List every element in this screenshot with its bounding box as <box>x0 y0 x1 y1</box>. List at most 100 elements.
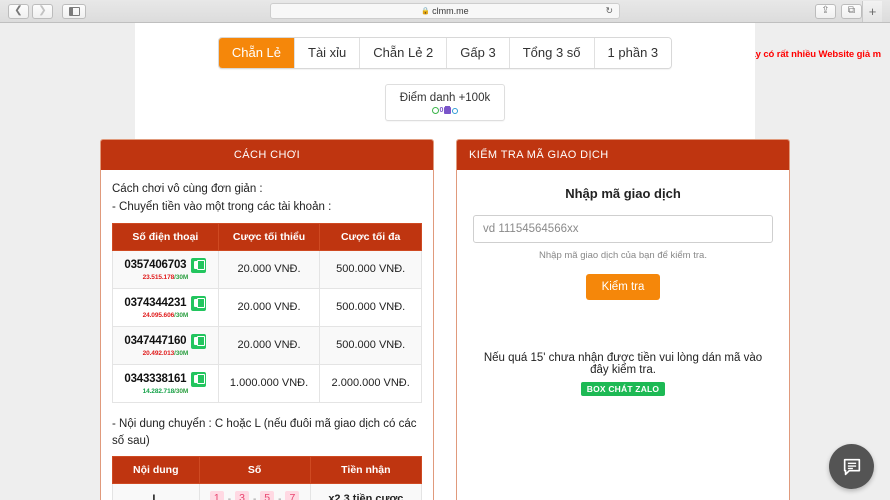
tab-tong-3-so[interactable]: Tổng 3 số <box>510 38 595 68</box>
content-table-header-row: Nội dung Số Tiền nhận <box>113 457 422 484</box>
checkin-wrapper: Điểm danh +100k 0 <box>135 84 755 121</box>
chat-bubble-icon <box>841 456 863 478</box>
max-bet-cell: 500.000 VNĐ. <box>320 250 422 288</box>
intro-line-1: Cách chơi vô cùng đơn giản : <box>112 181 422 199</box>
check-code-form-title: Nhập mã giao dịch <box>473 186 773 201</box>
balance-amount: 23.515.178 <box>143 274 175 281</box>
accounts-table-header-row: Số điện thoại Cược tối thiểu Cược tối đa <box>113 223 422 250</box>
tab-1-phan-3[interactable]: 1 phần 3 <box>595 38 672 68</box>
account-balance: 24.095.606/30M <box>143 312 189 319</box>
chevron-left-icon: ❮ <box>14 6 22 16</box>
max-bet-cell: 500.000 VNĐ. <box>320 326 422 364</box>
sidebar-toggle-button[interactable] <box>62 4 86 19</box>
max-bet-cell: 500.000 VNĐ. <box>320 288 422 326</box>
page-viewport: Hiện nay có rất nhiều Website giả m Chẵn… <box>0 23 890 500</box>
tab-tai-xiu[interactable]: Tài xỉu <box>295 38 360 68</box>
content-table: Nội dung Số Tiền nhận L 1 <box>112 456 422 500</box>
col-min-bet: Cược tối thiểu <box>218 223 320 250</box>
intro-line-2: - Chuyển tiền vào một trong các tài khoả… <box>112 199 422 217</box>
table-row: 0374344231 24.095.606/30M 20.000 VNĐ. <box>113 288 422 326</box>
check-code-footer: Nếu quá 15' chưa nhận được tiền vui lòng… <box>473 352 773 397</box>
copy-icon[interactable] <box>191 372 206 387</box>
table-row: 0347447160 20.492.013/30M 20.000 VNĐ. <box>113 326 422 364</box>
share-button[interactable]: ⇪ <box>815 4 836 19</box>
balance-amount: 14.282.718 <box>143 388 175 395</box>
check-button[interactable]: Kiểm tra <box>586 274 661 300</box>
account-balance: 20.492.013/30M <box>143 350 189 357</box>
how-to-play-body: Cách chơi vô cùng đơn giản : - Chuyển ti… <box>101 170 433 500</box>
share-icon: ⇪ <box>821 6 829 16</box>
content-code: L <box>113 484 200 500</box>
min-bet-cell: 20.000 VNĐ. <box>218 288 320 326</box>
checkin-label: Điểm danh +100k <box>400 92 490 104</box>
balance-limit: /30M <box>174 388 188 395</box>
number-chip: 7 <box>285 491 299 500</box>
address-bar[interactable]: 🔒 clmm.me ↻ <box>270 3 620 19</box>
col-numbers: Số <box>199 457 310 484</box>
reload-icon[interactable]: ↻ <box>605 6 613 17</box>
ring-icon <box>432 107 439 114</box>
col-content: Nội dung <box>113 457 200 484</box>
tab-gap-3[interactable]: Gấp 3 <box>447 38 509 68</box>
col-phone: Số điện thoại <box>113 223 219 250</box>
tab-overview-button[interactable]: ⧉ <box>841 4 862 19</box>
number-separator: - <box>278 494 281 500</box>
phone-number: 0347447160 <box>124 335 186 347</box>
table-row: L 1 - 3 - 5 - 7 <box>113 484 422 500</box>
check-code-footer-text: Nếu quá 15' chưa nhận được tiền vui lòng… <box>473 352 773 376</box>
balance-limit: /30M <box>174 350 188 357</box>
gift-icon <box>444 107 451 114</box>
forward-button[interactable]: ❯ <box>32 4 53 19</box>
browser-toolbar: ❮ ❯ 🔒 clmm.me ↻ ⇪ ⧉ + <box>0 0 890 23</box>
browser-right-group: ⇪ ⧉ <box>815 4 862 19</box>
address-bar-url: clmm.me <box>432 6 469 16</box>
number-chip: 5 <box>260 491 274 500</box>
phone-number: 0343338161 <box>124 373 186 385</box>
balance-amount: 20.492.013 <box>143 350 175 357</box>
content-note: - Nội dung chuyển : C hoặc L (nếu đuôi m… <box>112 416 422 451</box>
chat-widget-button[interactable] <box>829 444 874 489</box>
accounts-table: Số điện thoại Cược tối thiểu Cược tối đa <box>112 223 422 403</box>
copy-icon[interactable] <box>191 334 206 349</box>
tab-overview-icon: ⧉ <box>848 6 855 16</box>
game-tabs: Chẵn Lẻ Tài xỉu Chẵn Lẻ 2 Gấp 3 Tổng 3 s… <box>135 23 755 69</box>
account-cell: 0374344231 24.095.606/30M <box>113 288 219 326</box>
phone-number: 0374344231 <box>124 297 186 309</box>
phone-number: 0357406703 <box>124 259 186 271</box>
copy-icon[interactable] <box>191 258 206 273</box>
payout-cell: x2.3 tiền cược <box>310 484 421 500</box>
max-bet-cell: 2.000.000 VNĐ. <box>320 364 422 402</box>
min-bet-cell: 20.000 VNĐ. <box>218 250 320 288</box>
account-cell: 0357406703 23.515.178/30M <box>113 250 219 288</box>
tab-chan-le[interactable]: Chẵn Lẻ <box>219 38 295 68</box>
min-bet-cell: 20.000 VNĐ. <box>218 326 320 364</box>
number-chip: 1 <box>210 491 224 500</box>
table-row: 0357406703 23.515.178/30M 20.000 VNĐ. <box>113 250 422 288</box>
number-separator: - <box>228 494 231 500</box>
numbers-cell: 1 - 3 - 5 - 7 <box>199 484 310 500</box>
col-max-bet: Cược tối đa <box>320 223 422 250</box>
checkin-button[interactable]: Điểm danh +100k 0 <box>385 84 505 121</box>
account-balance: 23.515.178/30M <box>143 274 189 281</box>
balance-limit: /30M <box>174 312 188 319</box>
panels-row: CÁCH CHƠI Cách chơi vô cùng đơn giản : -… <box>90 121 800 500</box>
digit-0-icon: 0 <box>440 107 444 114</box>
chevron-right-icon: ❯ <box>38 6 46 16</box>
back-button[interactable]: ❮ <box>8 4 29 19</box>
min-bet-cell: 1.000.000 VNĐ. <box>218 364 320 402</box>
tab-group: Chẵn Lẻ Tài xỉu Chẵn Lẻ 2 Gấp 3 Tổng 3 s… <box>218 37 672 69</box>
number-separator: - <box>253 494 256 500</box>
table-row: 0343338161 14.282.718/30M 1.000.000 VNĐ. <box>113 364 422 402</box>
sidebar-toggle-icon <box>69 7 80 16</box>
check-code-title: KIỂM TRA MÃ GIAO DỊCH <box>457 140 789 170</box>
new-tab-button[interactable]: + <box>862 1 882 22</box>
copy-icon[interactable] <box>191 296 206 311</box>
check-code-panel: KIỂM TRA MÃ GIAO DỊCH Nhập mã giao dịch … <box>456 139 790 500</box>
account-cell: 0347447160 20.492.013/30M <box>113 326 219 364</box>
transaction-code-input[interactable] <box>473 215 773 243</box>
tab-chan-le-2[interactable]: Chẵn Lẻ 2 <box>360 38 447 68</box>
page-content: Chẵn Lẻ Tài xỉu Chẵn Lẻ 2 Gấp 3 Tổng 3 s… <box>135 23 755 500</box>
how-to-play-panel: CÁCH CHƠI Cách chơi vô cùng đơn giản : -… <box>100 139 434 500</box>
col-payout: Tiền nhận <box>310 457 421 484</box>
zalo-chat-badge[interactable]: BOX CHÁT ZALO <box>581 382 665 396</box>
